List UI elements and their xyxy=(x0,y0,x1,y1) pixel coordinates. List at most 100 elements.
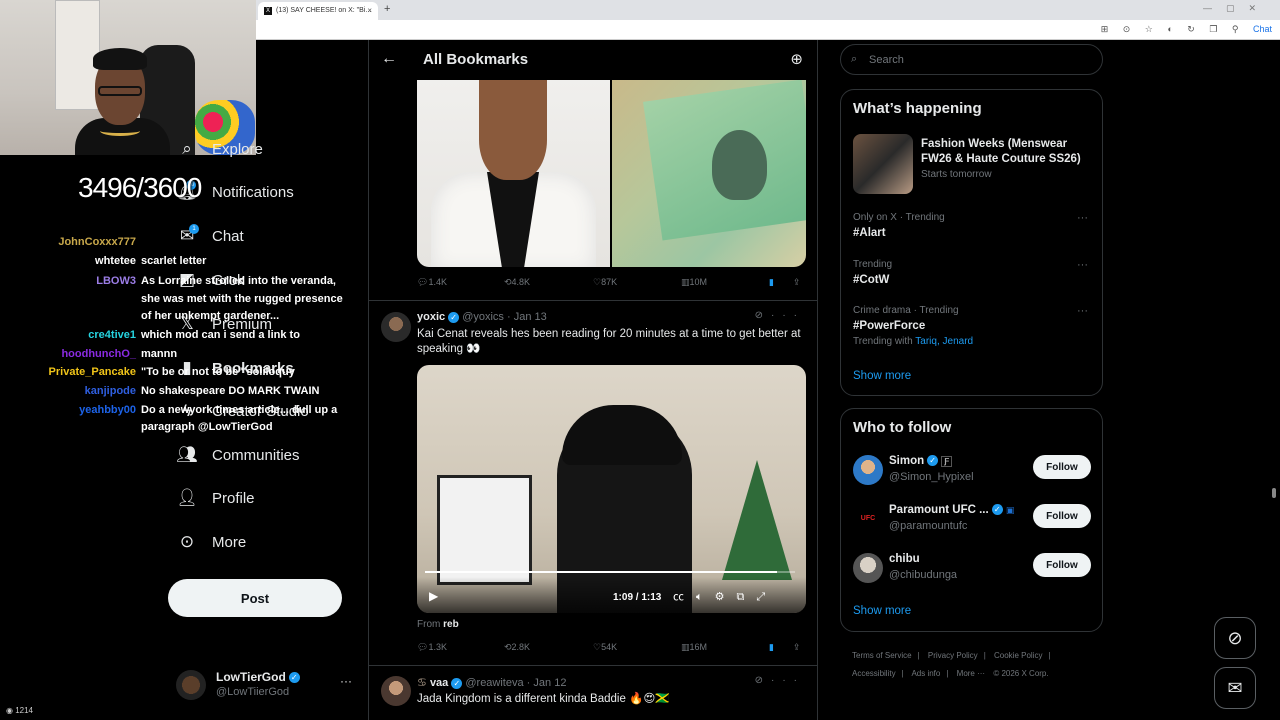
trend-title[interactable]: #CotW xyxy=(853,273,889,288)
grok-explain-icon[interactable]: ⊘ xyxy=(755,310,771,321)
add-folder-icon[interactable]: ⊕ xyxy=(790,50,803,68)
media-photo-left[interactable] xyxy=(417,80,610,267)
follow-suggestion[interactable]: Simon ✓ Ƒ @Simon_Hypixel Follow xyxy=(853,455,1093,491)
account-handle: @LowTiierGod xyxy=(216,686,290,698)
tweet-author-handle[interactable]: @yoxics xyxy=(462,311,504,323)
tweet-more-icon[interactable]: ··· xyxy=(771,675,805,686)
tweet-media[interactable] xyxy=(417,80,806,267)
repost-button[interactable]: ⟲ 4.8K xyxy=(504,277,530,288)
follow-suggestion[interactable]: chibu @chibudunga Follow xyxy=(853,553,1093,589)
footer-cookie[interactable]: Cookie Policy xyxy=(994,651,1042,660)
pip-icon[interactable]: ⧉ xyxy=(736,591,756,603)
nav-chat[interactable]: ✉ Chat xyxy=(176,221,244,251)
tweet-avatar[interactable] xyxy=(381,312,411,342)
video-progress-bar[interactable] xyxy=(425,571,795,573)
follow-button[interactable]: Follow xyxy=(1033,455,1091,479)
trend-title[interactable]: #PowerForce xyxy=(853,319,925,334)
trend-title[interactable]: #Alart xyxy=(853,226,886,241)
footer-ads-info[interactable]: Ads info xyxy=(911,669,940,678)
footer-accessibility[interactable]: Accessibility xyxy=(852,669,896,678)
profile-chat-label[interactable]: Chat xyxy=(1253,24,1272,34)
reply-button[interactable]: 💬︎ 1.4K xyxy=(417,277,447,288)
captions-icon[interactable]: ㏄ xyxy=(673,591,696,603)
settings-icon[interactable]: ⚙ xyxy=(715,591,737,603)
repost-button[interactable]: ⟲ 2.8K xyxy=(504,642,530,653)
nav-profile[interactable]: 👤︎ Profile xyxy=(176,483,254,513)
verified-badge-icon: ✓ xyxy=(927,455,939,467)
event-title[interactable]: Fashion Weeks (Menswear FW26 & Haute Cou… xyxy=(921,137,1091,167)
page-scrollbar[interactable] xyxy=(1272,488,1276,498)
close-tab-icon[interactable]: × xyxy=(367,6,372,15)
window-controls[interactable]: —▢✕ xyxy=(1203,3,1270,14)
address-bar[interactable]: ⊞ ⊙ ☆ ◐ ↻ ❐ ⚲ Chat xyxy=(256,20,1280,40)
trend-related-links[interactable]: Tariq, Jenard xyxy=(915,336,973,347)
footer-more[interactable]: More ··· xyxy=(957,669,985,678)
views-button[interactable]: ▥ 10M xyxy=(681,277,707,288)
trend-more-icon[interactable]: ··· xyxy=(1077,259,1088,271)
tweet-text: Jada Kingdom is a different kinda Baddie… xyxy=(417,693,670,705)
play-icon[interactable]: ▶ xyxy=(429,589,438,603)
toolbar-icons[interactable]: ⊞ ⊙ ☆ ◐ ↻ ❐ ⚲ Chat xyxy=(1101,24,1272,35)
like-button[interactable]: ♡ 87K xyxy=(593,277,617,288)
footer-privacy[interactable]: Privacy Policy xyxy=(928,651,978,660)
tweet-author-name[interactable]: yoxic xyxy=(417,311,445,323)
account-more-icon[interactable]: ··· xyxy=(340,674,352,688)
like-button[interactable]: ♡ 54K xyxy=(593,642,617,653)
tweet-date[interactable]: Jan 13 xyxy=(514,311,547,323)
search-icon: ⌕ xyxy=(182,139,192,158)
reply-button[interactable]: 💬︎ 1.3K xyxy=(417,642,447,653)
account-switcher[interactable]: LowTierGod ✓ @LowTiierGod ··· xyxy=(176,668,356,700)
from-user[interactable]: reb xyxy=(443,619,459,630)
event-thumbnail[interactable] xyxy=(853,134,913,194)
bookmarks-timeline[interactable]: ← All Bookmarks ⊕ 💬︎ 1.4K ⟲ 4.8K ♡ 87K ▥… xyxy=(368,40,818,720)
trend-more-icon[interactable]: ··· xyxy=(1077,212,1088,224)
post-button[interactable]: Post xyxy=(168,579,342,617)
verified-badge-icon: ✓ xyxy=(288,672,300,684)
user-avatar-ufc-logo[interactable]: UFC xyxy=(853,504,883,534)
share-icon[interactable]: ⇪ xyxy=(793,277,801,288)
follow-button[interactable]: Follow xyxy=(1033,553,1091,577)
grok-fab-icon[interactable]: ⊘ xyxy=(1214,617,1256,659)
views-button[interactable]: ▥ 16M xyxy=(681,642,707,653)
share-icon[interactable]: ⇪ xyxy=(793,642,801,653)
viewer-icon: ◉ xyxy=(6,706,16,715)
footer-terms[interactable]: Terms of Service xyxy=(852,651,912,660)
messages-fab-icon[interactable]: ✉ xyxy=(1214,667,1256,709)
user-name[interactable]: Paramount UFC ... ✓ ▣ xyxy=(889,504,1014,516)
browser-tab[interactable]: X (13) SAY CHEESE! on X: "Bi... × xyxy=(258,2,378,20)
tweet-author-name[interactable]: vaa xyxy=(430,677,448,689)
nav-notifications-label: Notifications xyxy=(212,183,294,201)
show-more-link[interactable]: Show more xyxy=(853,370,911,382)
tweet-more-icon[interactable]: ··· xyxy=(771,310,805,321)
media-photo-right[interactable] xyxy=(612,80,806,267)
tweet-video[interactable]: ▶ 1:09 / 1:13 ㏄🔈︎⚙⧉⤢ xyxy=(417,365,806,613)
bookmark-filled-icon[interactable]: ▮ xyxy=(769,277,774,288)
volume-icon[interactable]: 🔈︎ xyxy=(696,591,715,603)
dot-separator: · xyxy=(526,677,531,689)
trend-related: Trending with Tariq, Jenard xyxy=(853,336,973,347)
user-avatar[interactable] xyxy=(853,553,883,583)
user-name[interactable]: Simon ✓ Ƒ xyxy=(889,455,953,467)
fullscreen-icon[interactable]: ⤢ xyxy=(756,591,777,603)
nav-explore[interactable]: ⌕ Explore xyxy=(176,134,263,164)
tweet-date[interactable]: Jan 12 xyxy=(533,677,566,689)
back-arrow-icon[interactable]: ← xyxy=(381,50,397,68)
show-more-link[interactable]: Show more xyxy=(853,605,911,617)
nav-more[interactable]: ⊙ More xyxy=(176,527,246,557)
follow-button[interactable]: Follow xyxy=(1033,504,1091,528)
user-name[interactable]: chibu xyxy=(889,553,920,565)
bookmark-filled-icon[interactable]: ▮ xyxy=(769,642,774,653)
webcam-chain xyxy=(100,126,140,136)
chat-message: Do a newyork times article... dull up a xyxy=(141,404,338,416)
tweet-author-handle[interactable]: @reawiteva xyxy=(465,677,523,689)
affiliate-badge-icon: Ƒ xyxy=(941,456,953,467)
follow-suggestion[interactable]: UFC Paramount UFC ... ✓ ▣ @paramountufc F… xyxy=(853,504,1093,540)
search-input[interactable]: ⌕ Search xyxy=(840,44,1103,75)
trend-more-icon[interactable]: ··· xyxy=(1077,305,1088,317)
tweet-avatar[interactable] xyxy=(381,676,411,706)
new-tab-button[interactable]: + xyxy=(384,3,390,15)
user-avatar[interactable] xyxy=(853,455,883,485)
grok-explain-icon[interactable]: ⊘ xyxy=(755,675,771,686)
nav-communities[interactable]: 👥︎ Communities xyxy=(176,440,299,470)
chat-badge: 1 xyxy=(189,224,199,234)
